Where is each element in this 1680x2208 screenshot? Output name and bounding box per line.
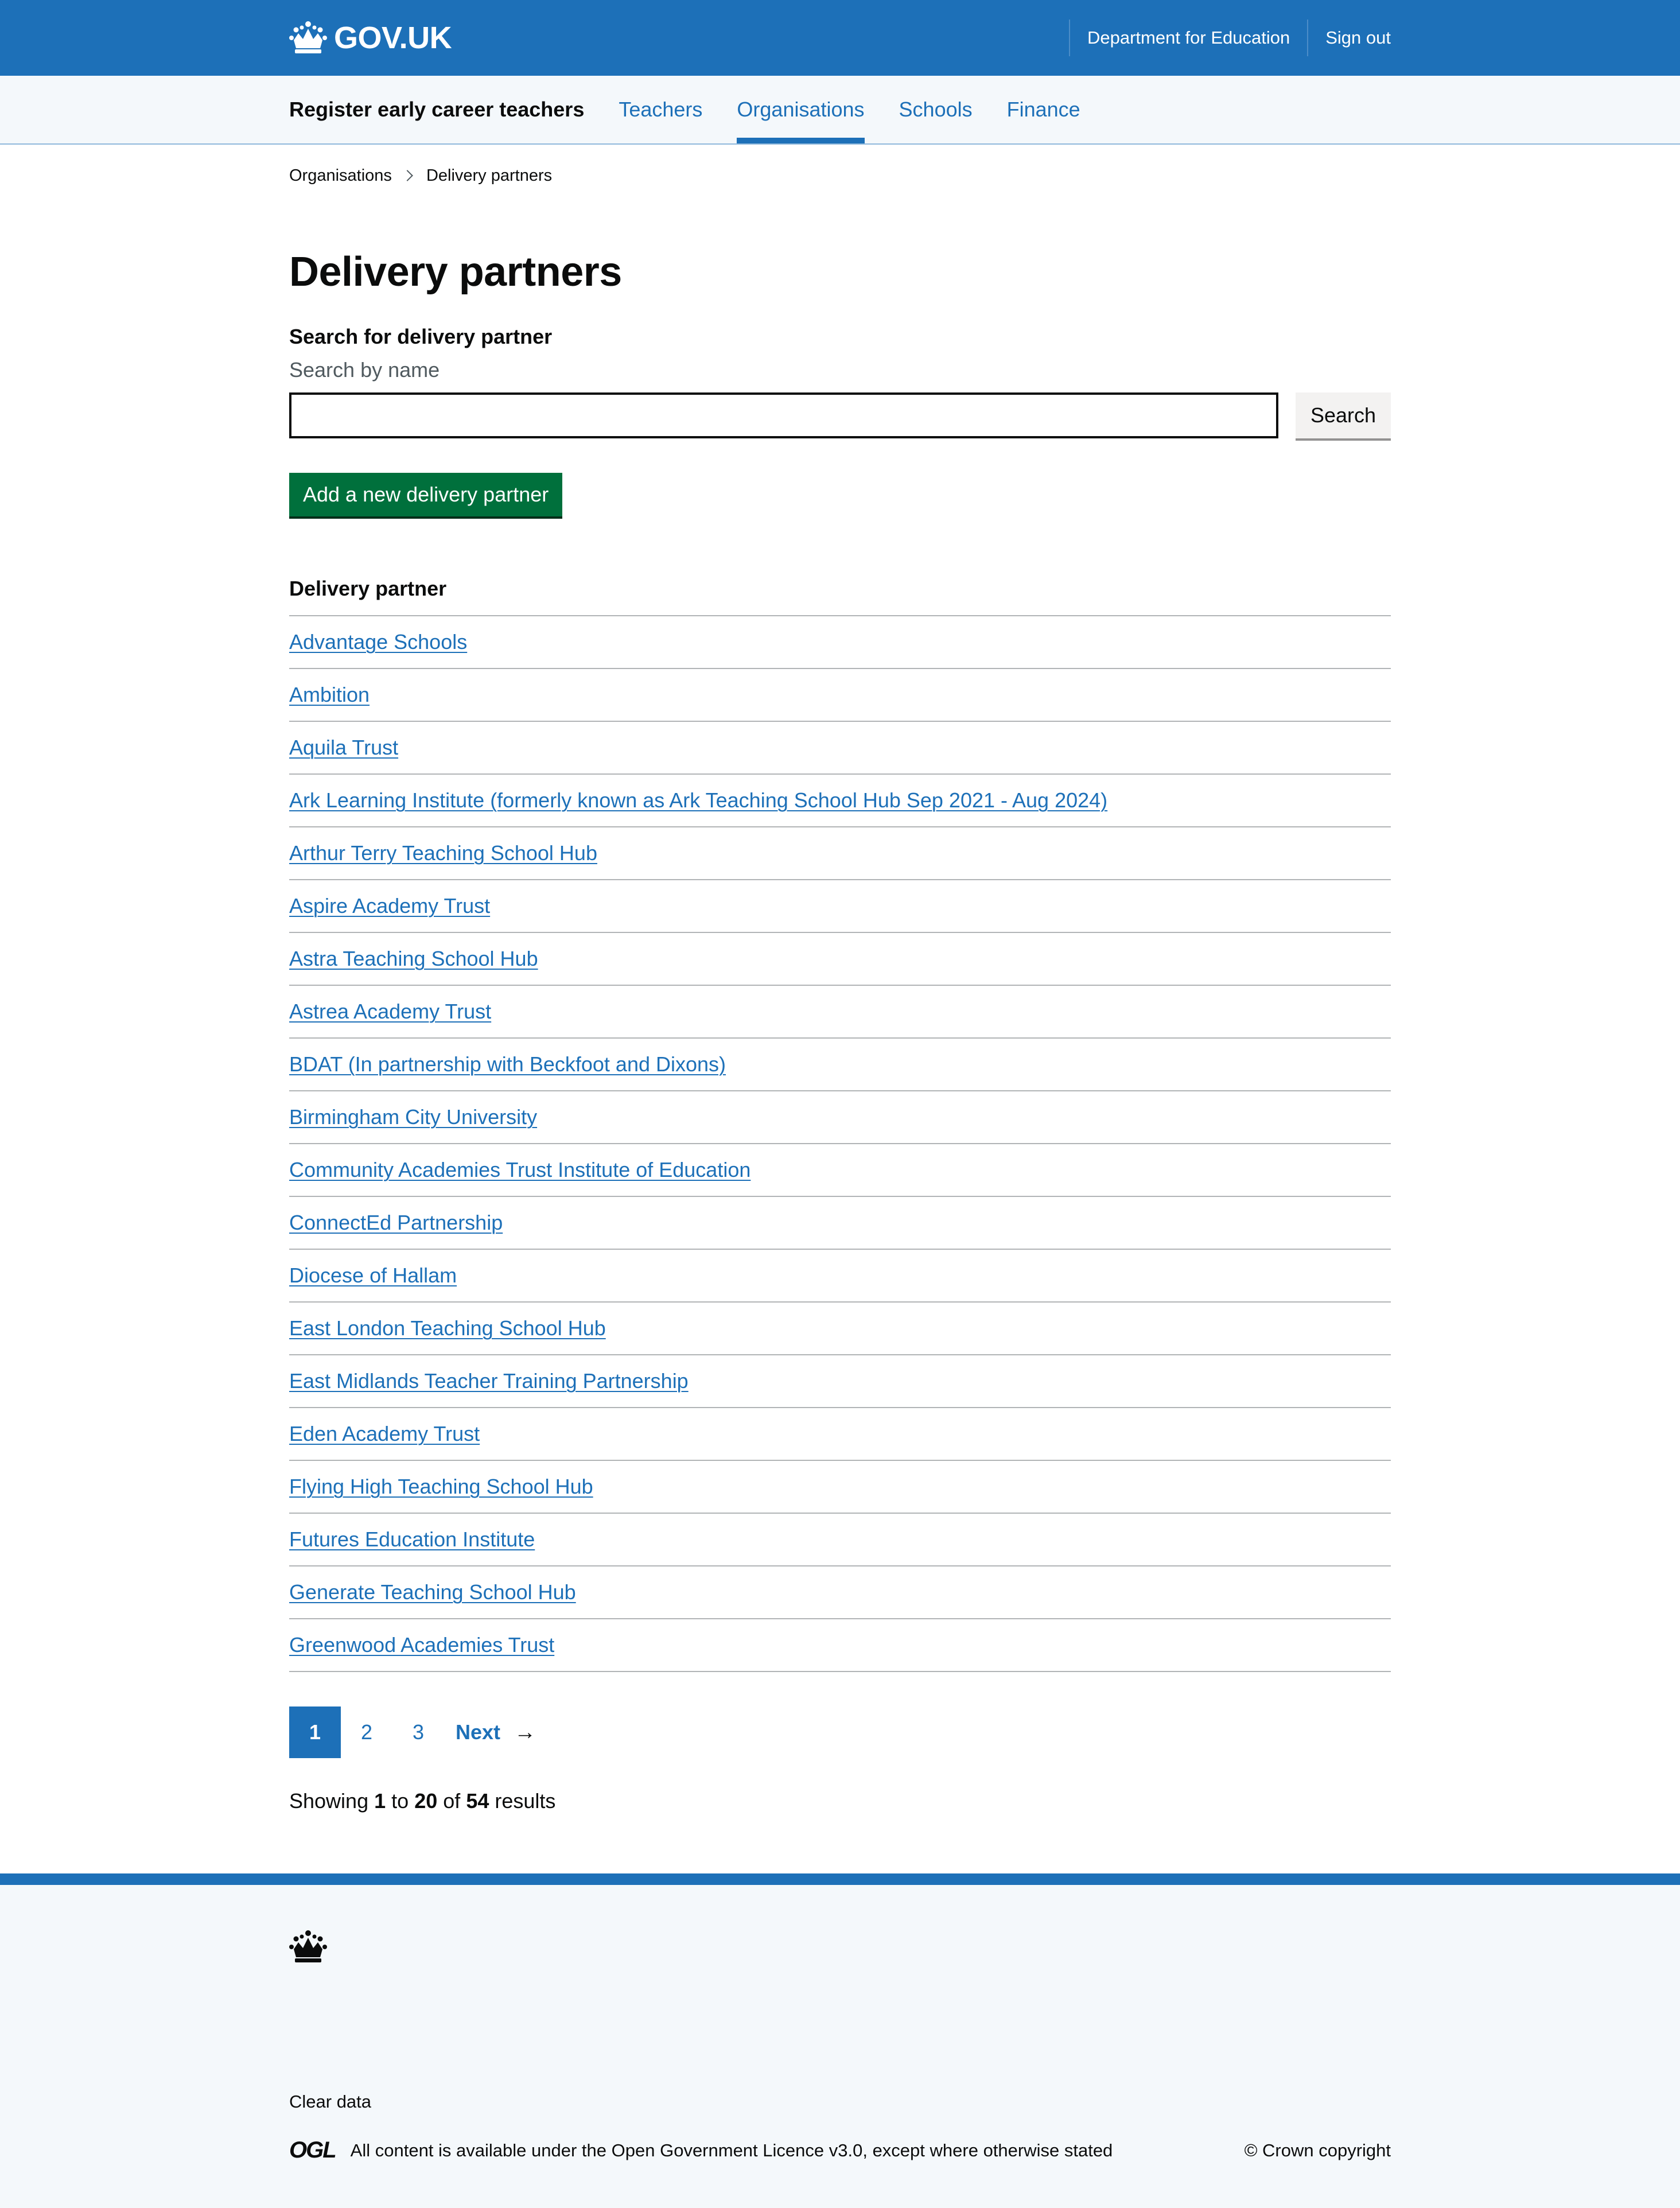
licence-text: All content is available under the Open … [350, 2140, 1113, 2160]
table-header-row: Delivery partner [289, 562, 1391, 616]
crown-icon [289, 1930, 327, 1962]
ogl-logo-icon: OGL [289, 2137, 337, 2163]
nav-item-schools[interactable]: Schools [899, 76, 973, 143]
table-row: Aquila Trust [289, 721, 1391, 775]
table-row: Futures Education Institute [289, 1513, 1391, 1566]
delivery-partner-link[interactable]: ConnectEd Partnership [289, 1211, 503, 1234]
table-row: Ark Learning Institute (formerly known a… [289, 774, 1391, 827]
ogl-licence-link[interactable]: Open Government Licence v3.0 [612, 2140, 863, 2160]
table-row: Community Academies Trust Institute of E… [289, 1144, 1391, 1197]
delivery-partner-link[interactable]: Ambition [289, 683, 370, 706]
arrow-right-icon: → [514, 1720, 536, 1744]
table-row: Astrea Academy Trust [289, 985, 1391, 1039]
table-row: Flying High Teaching School Hub [289, 1460, 1391, 1514]
service-navigation: Register early career teachers Teachers … [0, 76, 1680, 145]
page-link-1[interactable]: 1 [289, 1706, 341, 1758]
add-delivery-partner-button[interactable]: Add a new delivery partner [289, 473, 563, 516]
table-row: Arthur Terry Teaching School Hub [289, 827, 1391, 880]
govuk-header: GOV.UK Department for Education Sign out [0, 0, 1680, 76]
pagination: 1 2 3 Next → [289, 1706, 1391, 1758]
delivery-partner-link[interactable]: Advantage Schools [289, 630, 467, 654]
results-summary: Showing 1 to 20 of 54 results [289, 1789, 556, 1813]
breadcrumb-current: Delivery partners [426, 166, 553, 185]
table-row: Advantage Schools [289, 616, 1391, 669]
results-to: 20 [414, 1789, 438, 1813]
breadcrumb-organisations-link[interactable]: Organisations [289, 166, 392, 185]
table-row: BDAT (In partnership with Beckfoot and D… [289, 1038, 1391, 1091]
page-link-2[interactable]: 2 [341, 1706, 392, 1758]
delivery-partner-link[interactable]: Community Academies Trust Institute of E… [289, 1158, 750, 1181]
delivery-partner-link[interactable]: BDAT (In partnership with Beckfoot and D… [289, 1052, 726, 1076]
table-row: Diocese of Hallam [289, 1249, 1391, 1303]
nav-item-organisations[interactable]: Organisations [737, 76, 865, 143]
licence-row: OGL All content is available under the O… [289, 2137, 1391, 2163]
table-row: East Midlands Teacher Training Partnersh… [289, 1355, 1391, 1408]
table-row: Generate Teaching School Hub [289, 1566, 1391, 1619]
clear-data-link[interactable]: Clear data [289, 2092, 371, 2112]
page-title: Delivery partners [289, 249, 622, 295]
delivery-partner-link[interactable]: Greenwood Academies Trust [289, 1633, 554, 1657]
delivery-partner-link[interactable]: Aquila Trust [289, 736, 398, 759]
main-content: Organisations Delivery partners Delivery… [289, 145, 1391, 1813]
govuk-footer: Clear data OGL All content is available … [0, 1873, 1680, 2208]
crown-copyright-link[interactable]: © Crown copyright [1245, 2140, 1391, 2161]
table-row: Eden Academy Trust [289, 1408, 1391, 1461]
page-link-3[interactable]: 3 [392, 1706, 444, 1758]
search-button[interactable]: Search [1296, 392, 1391, 438]
service-name[interactable]: Register early career teachers [289, 76, 584, 143]
department-link[interactable]: Department for Education [1068, 20, 1307, 56]
breadcrumb: Organisations Delivery partners [289, 145, 1391, 186]
sign-out-link[interactable]: Sign out [1307, 20, 1408, 56]
table-row: Aspire Academy Trust [289, 880, 1391, 933]
delivery-partners-table: Delivery partner Advantage Schools Ambit… [289, 562, 1391, 1672]
delivery-partner-link[interactable]: Ark Learning Institute (formerly known a… [289, 788, 1107, 812]
delivery-partner-link[interactable]: Birmingham City University [289, 1105, 537, 1129]
table-row: Birmingham City University [289, 1091, 1391, 1144]
delivery-partner-link[interactable]: Futures Education Institute [289, 1527, 535, 1551]
delivery-partner-link[interactable]: East Midlands Teacher Training Partnersh… [289, 1369, 689, 1393]
delivery-partner-link[interactable]: Flying High Teaching School Hub [289, 1475, 593, 1498]
nav-item-teachers[interactable]: Teachers [619, 76, 702, 143]
govuk-logo-text: GOV.UK [334, 21, 452, 55]
nav-item-finance[interactable]: Finance [1007, 76, 1080, 143]
header-links: Department for Education Sign out [1068, 20, 1408, 56]
next-page-link[interactable]: Next → [456, 1720, 536, 1745]
next-page-label: Next [456, 1720, 501, 1744]
crown-icon [289, 21, 327, 53]
chevron-right-icon [402, 170, 413, 181]
results-total: 54 [466, 1789, 489, 1813]
delivery-partner-link[interactable]: East London Teaching School Hub [289, 1316, 606, 1340]
search-row: Search [289, 392, 1391, 438]
delivery-partner-link[interactable]: Astra Teaching School Hub [289, 947, 538, 970]
table-row: ConnectEd Partnership [289, 1196, 1391, 1250]
delivery-partner-link[interactable]: Eden Academy Trust [289, 1422, 480, 1445]
delivery-partner-link[interactable]: Aspire Academy Trust [289, 894, 490, 918]
search-label: Search for delivery partner [289, 325, 553, 348]
table-row: Greenwood Academies Trust [289, 1619, 1391, 1672]
govuk-logo-link[interactable]: GOV.UK [289, 20, 452, 56]
table-row: Astra Teaching School Hub [289, 932, 1391, 986]
table-row: Ambition [289, 668, 1391, 722]
results-from: 1 [374, 1789, 386, 1813]
delivery-partner-link[interactable]: Diocese of Hallam [289, 1264, 457, 1287]
search-input[interactable] [289, 392, 1278, 438]
delivery-partner-link[interactable]: Arthur Terry Teaching School Hub [289, 841, 597, 865]
table-row: East London Teaching School Hub [289, 1302, 1391, 1355]
delivery-partner-link[interactable]: Generate Teaching School Hub [289, 1580, 576, 1604]
delivery-partner-link[interactable]: Astrea Academy Trust [289, 1000, 491, 1023]
search-hint: Search by name [289, 358, 440, 382]
column-header-delivery-partner: Delivery partner [289, 562, 1391, 616]
